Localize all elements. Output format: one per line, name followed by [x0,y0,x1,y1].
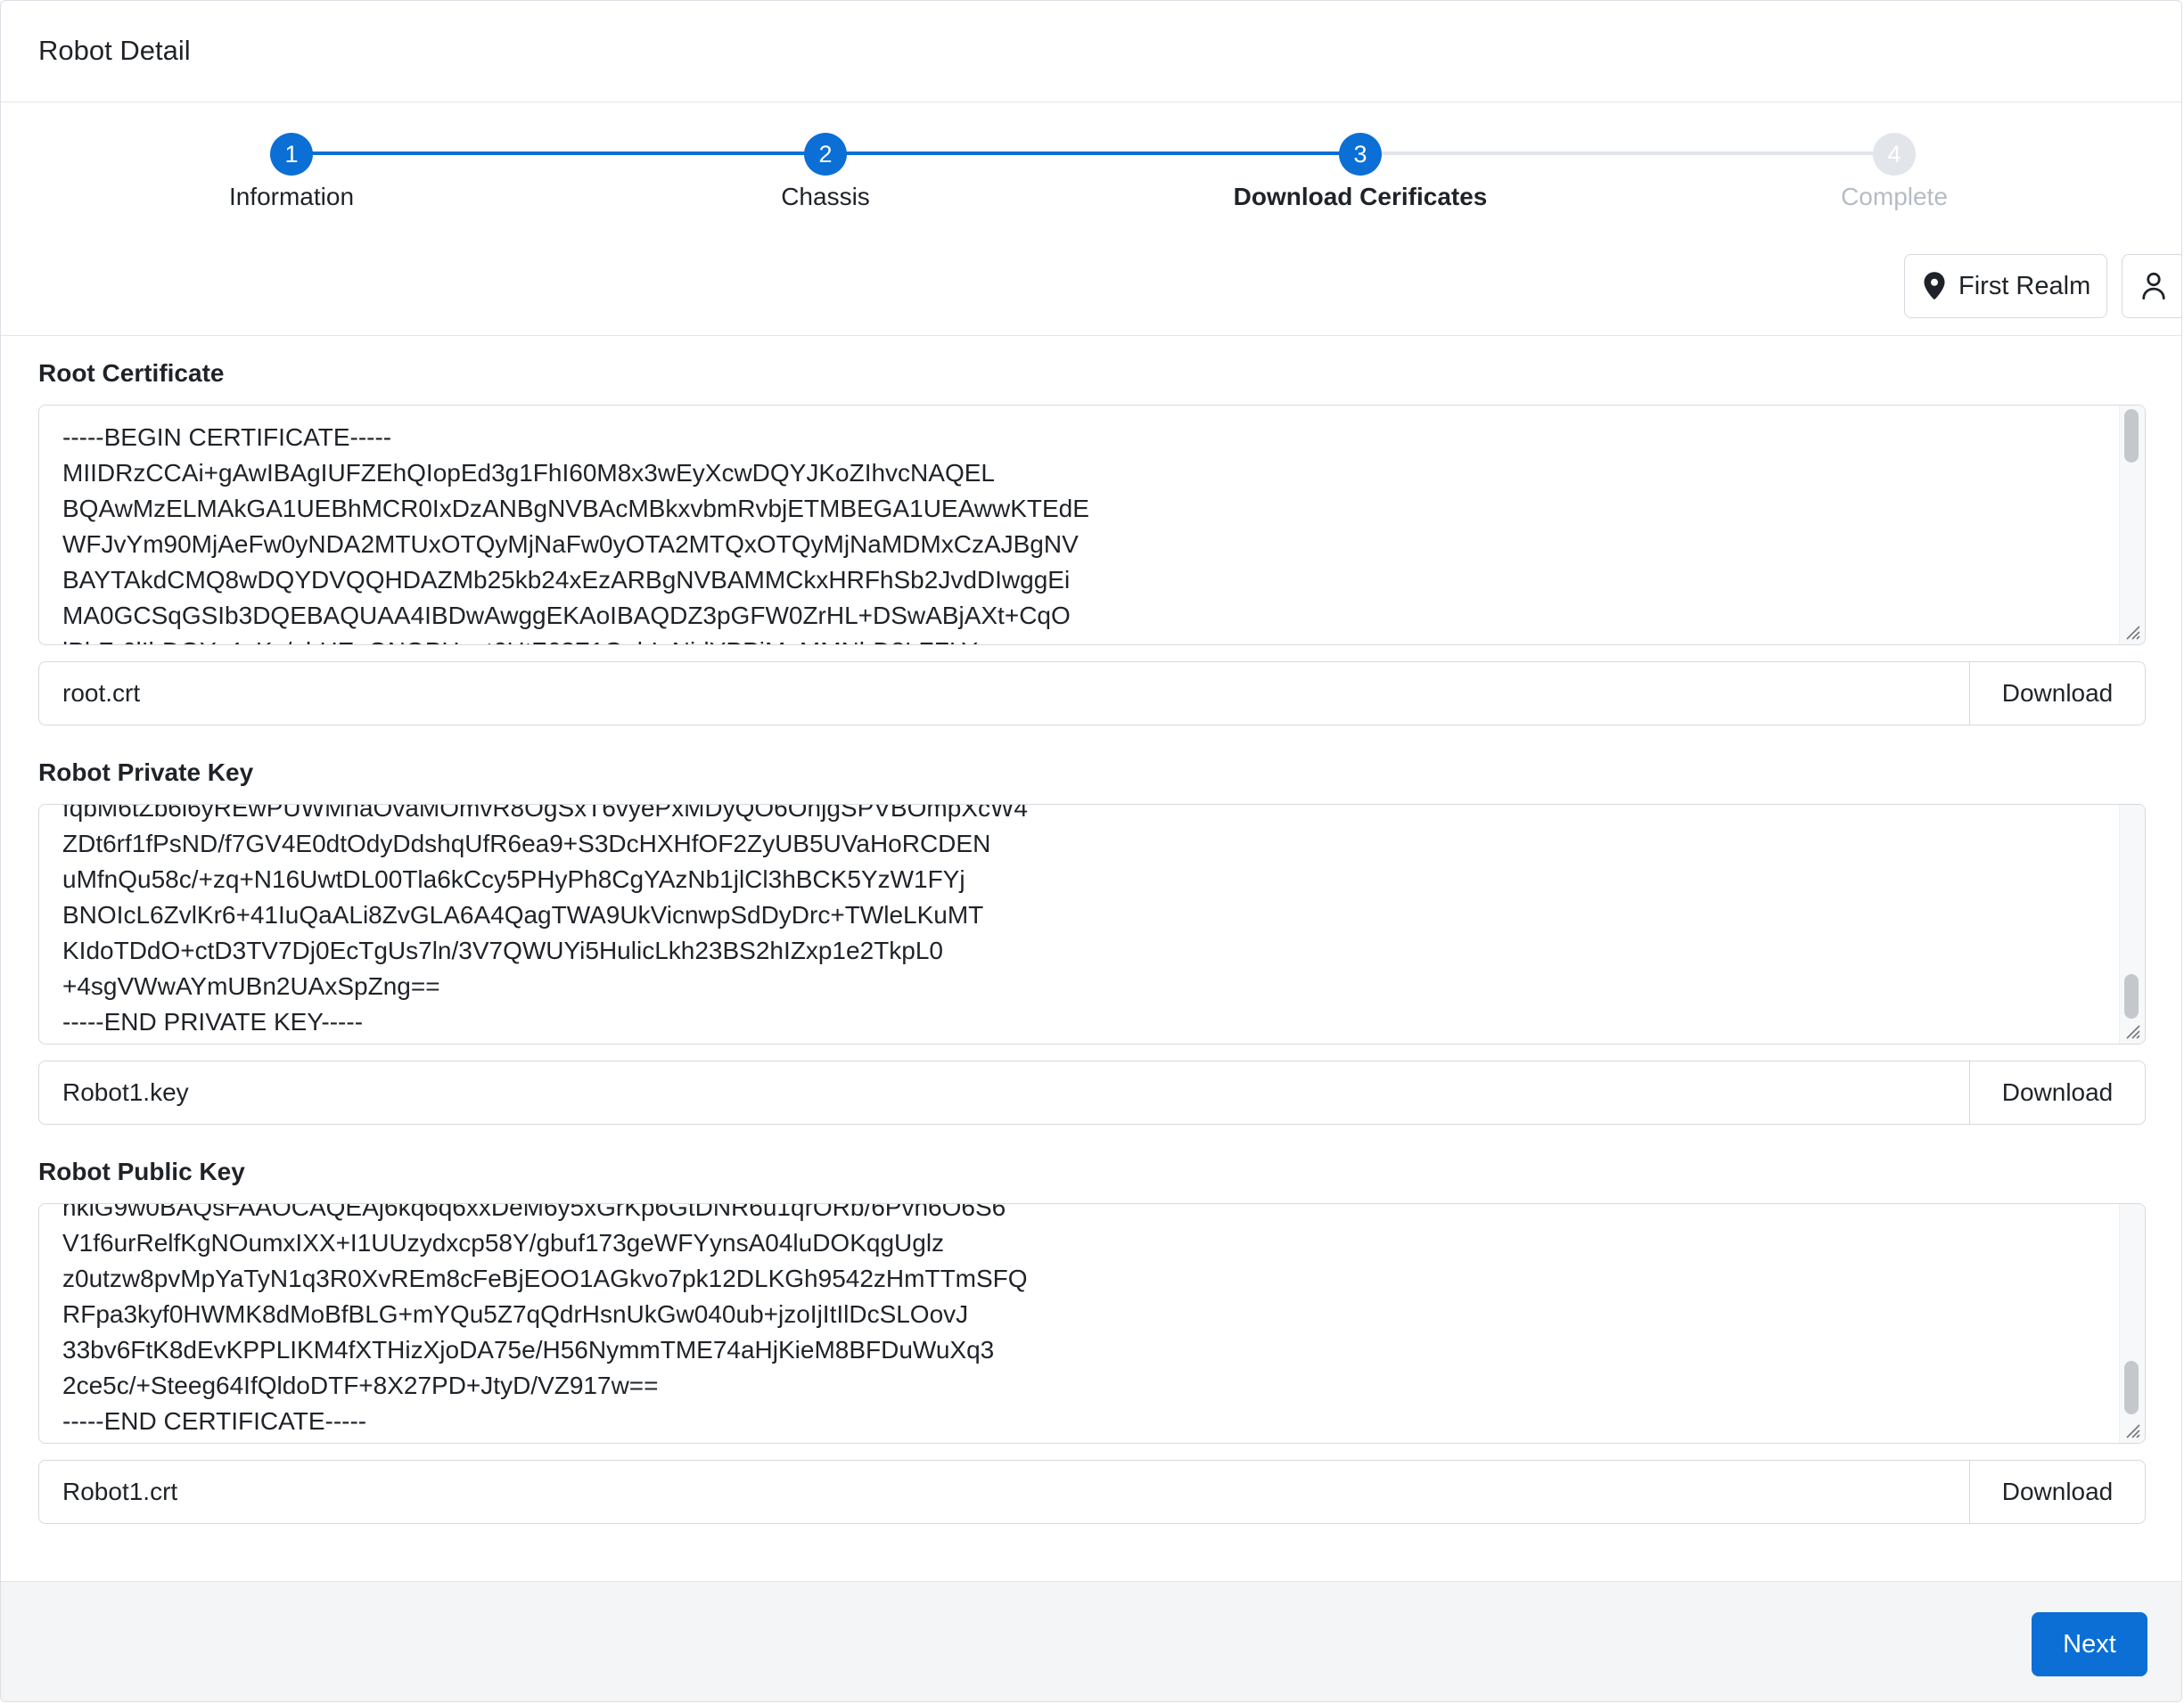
user-menu-button[interactable] [2122,254,2181,318]
root-certificate-filename: root.crt [62,679,141,707]
step-number-badge: 4 [1873,133,1916,176]
step-information[interactable]: 1 Information [24,133,559,211]
robot-detail-panel: Robot Detail 1 Information 2 Chassis 3 D… [0,0,2182,1702]
root-certificate-text: -----BEGIN CERTIFICATE----- MIIDRzCCAi+g… [62,423,1089,644]
next-button[interactable]: Next [2032,1612,2147,1676]
step-number-badge: 3 [1339,133,1382,176]
public-key-textarea[interactable]: nkiG9w0BAQsFAAOCAQEAj6kq6q6xxDeM6y5xGrKp… [38,1203,2146,1444]
private-key-download-button[interactable]: Download [1969,1061,2145,1124]
public-key-text: nkiG9w0BAQsFAAOCAQEAj6kq6q6xxDeM6y5xGrKp… [62,1203,1028,1435]
step-complete: 4 Complete [1627,133,2162,211]
private-key-filename: Robot1.key [62,1078,189,1106]
step-label: Information [228,183,355,210]
public-key-filename: Robot1.crt [62,1478,178,1505]
scrollbar[interactable] [2119,805,2145,1044]
step-label: Complete [1841,183,1948,210]
panel-footer: Next [1,1581,2181,1701]
step-number-badge: 1 [270,133,313,176]
step-label: Download Cerificates [1233,183,1488,210]
root-certificate-file-row: root.crt Download [38,661,2146,725]
realm-selector-button[interactable]: First Realm [1904,254,2107,318]
page-title: Robot Detail [38,35,191,66]
root-certificate-download-button[interactable]: Download [1969,662,2145,725]
step-number-badge: 2 [804,133,847,176]
root-certificate-title: Root Certificate [38,359,225,387]
root-certificate-textarea[interactable]: -----BEGIN CERTIFICATE----- MIIDRzCCAi+g… [38,405,2146,645]
progress-stepper: 1 Information 2 Chassis 3 Download Cerif… [1,102,2181,236]
scrollbar[interactable] [2119,406,2145,644]
realm-label: First Realm [1958,271,2091,300]
public-key-download-button[interactable]: Download [1969,1461,2145,1523]
toolbar: First Realm [1,236,2181,336]
private-key-textarea[interactable]: fqbM6tZb6i6yREwPUWMnaOvaMOmvR8OgSxT6vyeP… [38,804,2146,1045]
step-download-certificates[interactable]: 3 Download Cerificates [1093,133,1628,211]
panel-header: Robot Detail [1,1,2181,102]
resize-handle-icon[interactable] [2122,1020,2141,1040]
public-key-file-row: Robot1.crt Download [38,1460,2146,1524]
resize-handle-icon[interactable] [2122,621,2141,641]
private-key-file-row: Robot1.key Download [38,1061,2146,1125]
location-pin-icon [1921,271,1948,301]
resize-handle-icon[interactable] [2122,1420,2141,1439]
scrollbar-thumb[interactable] [2124,409,2139,463]
public-key-title: Robot Public Key [38,1158,245,1185]
step-chassis[interactable]: 2 Chassis [558,133,1093,211]
scrollbar-thumb[interactable] [2124,974,2139,1019]
scrollbar[interactable] [2119,1204,2145,1443]
scrollbar-thumb[interactable] [2124,1361,2139,1414]
private-key-text: fqbM6tZb6i6yREwPUWMnaOvaMOmvR8OgSxT6vyeP… [62,804,1028,1036]
private-key-title: Robot Private Key [38,758,254,786]
step-label: Chassis [781,183,870,210]
user-icon [2140,271,2167,301]
